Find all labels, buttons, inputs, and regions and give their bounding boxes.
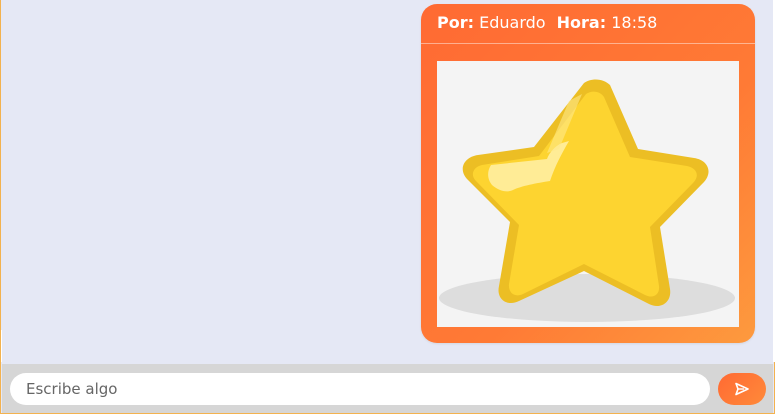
composer-bar (2, 364, 773, 413)
message-image[interactable] (437, 61, 739, 327)
author-name: Eduardo (479, 13, 546, 32)
message-input[interactable] (10, 373, 710, 405)
app-frame: Por: Eduardo Hora: 18:58 (0, 0, 775, 414)
author-label: Por: (437, 13, 475, 32)
star-icon (439, 79, 735, 322)
message-time: 18:58 (611, 13, 658, 32)
chat-message: Por: Eduardo Hora: 18:58 (421, 4, 755, 343)
chat-area: Por: Eduardo Hora: 18:58 (2, 0, 773, 362)
time-label: Hora: (556, 13, 607, 32)
send-icon (735, 382, 749, 396)
edge-strip (1, 330, 2, 362)
message-header: Por: Eduardo Hora: 18:58 (421, 4, 755, 44)
send-button[interactable] (718, 373, 766, 405)
